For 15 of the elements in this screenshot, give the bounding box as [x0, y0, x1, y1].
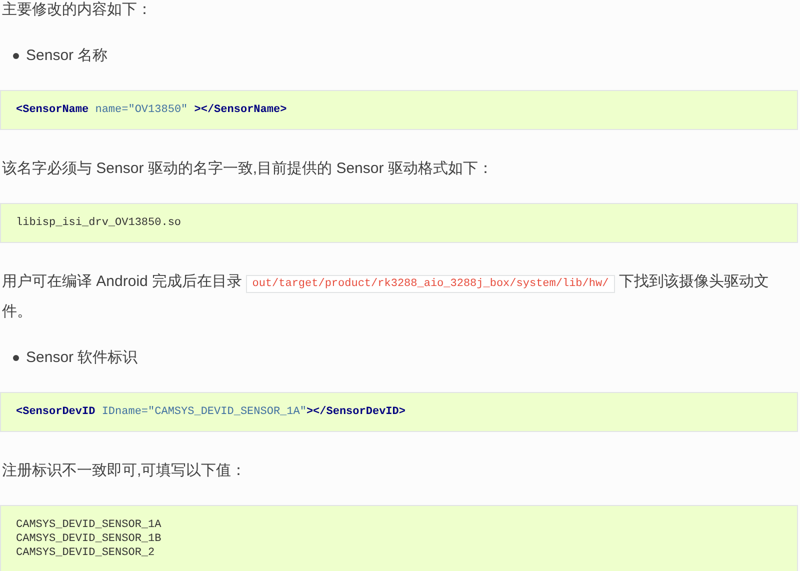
- list-item: Sensor 软件标识: [26, 348, 138, 368]
- paragraph: 该名字必须与 Sensor 驱动的名字一致,目前提供的 Sensor 驱动格式如下：: [1, 159, 494, 179]
- list-item: Sensor 名称: [26, 46, 108, 66]
- code-line: libisp_isi_drv_OV13850.so: [16, 216, 182, 230]
- code-line: CAMSYS_DEVID_SENSOR_2: [16, 546, 155, 560]
- code-line: CAMSYS_DEVID_SENSOR_1A: [16, 518, 162, 532]
- code-line: <SensorName name="OV13850" ></SensorName>: [16, 103, 287, 117]
- paragraph: 用户可在编译 Android 完成后在目录 out/target/product/rk3288_aio_3288j_box/system/lib/hw/ 下找到该摄像头驱动文件。: [1, 272, 770, 322]
- paragraph: 注册标识不一致即可,可填写以下值：: [1, 461, 248, 481]
- bullet-icon: [13, 354, 19, 360]
- paragraph: 主要修改的内容如下：: [1, 0, 153, 20]
- bullet-icon: [13, 52, 19, 58]
- code-line: <SensorDevID IDname="CAMSYS_DEVID_SENSOR_1A"></SensorDevID>: [16, 405, 406, 419]
- inline-code: out/target/product/rk3288_aio_3288j_box/system/lib/hw/: [246, 275, 615, 293]
- code-line: CAMSYS_DEVID_SENSOR_1B: [16, 532, 162, 546]
